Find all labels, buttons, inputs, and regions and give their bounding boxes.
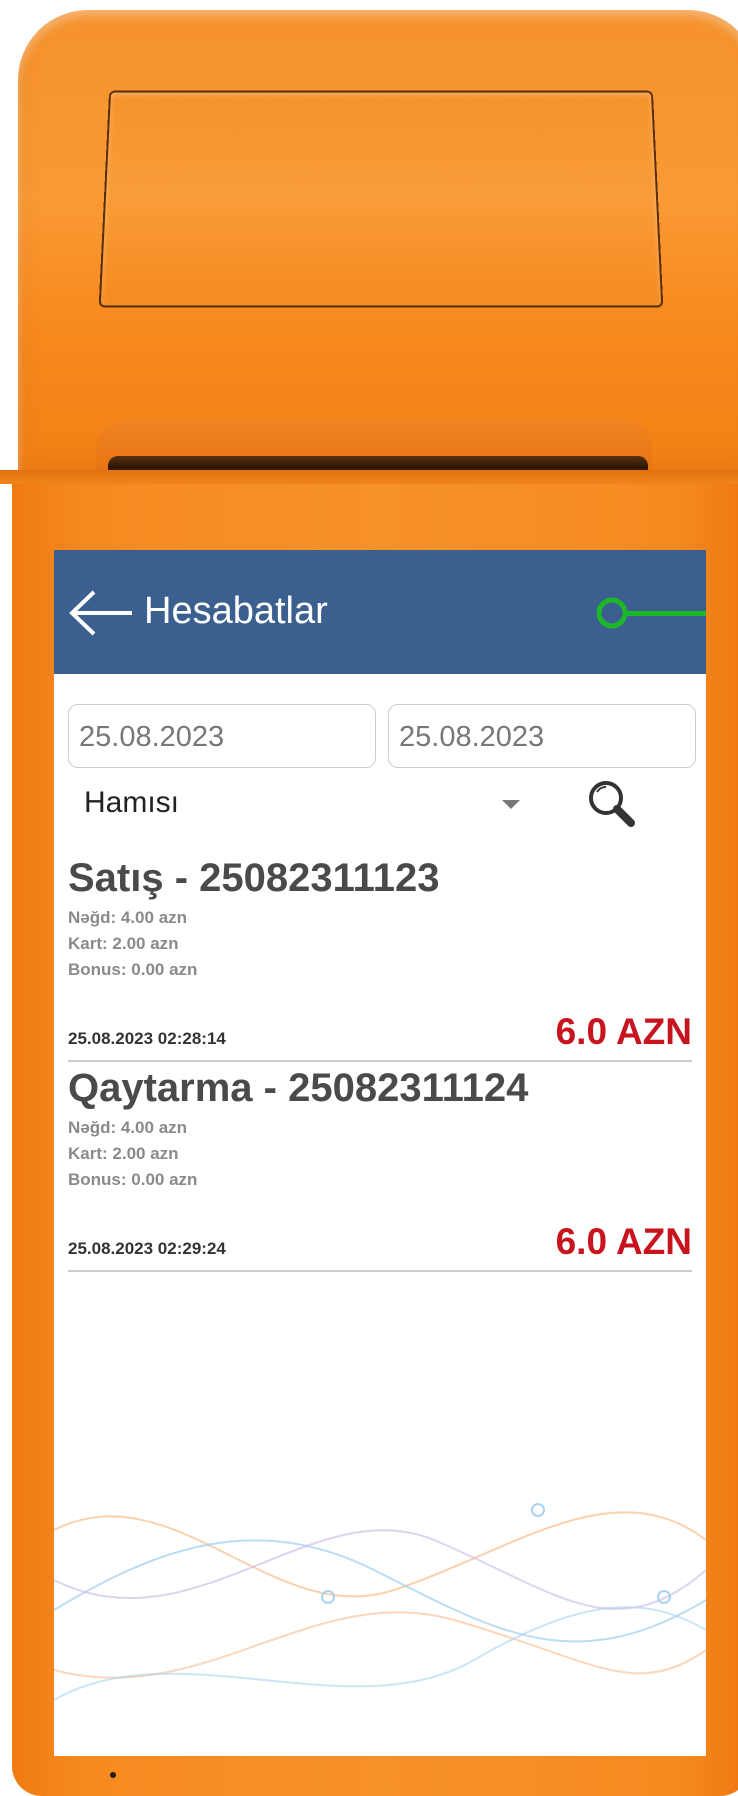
date-from-field[interactable]: 25.08.2023	[68, 704, 376, 768]
type-filter-select[interactable]: Hamısı	[68, 772, 538, 836]
search-icon	[589, 781, 635, 827]
transaction-cash: Nəğd: 4.00 azn	[68, 908, 188, 927]
transaction-bonus: Bonus: 0.00 azn	[68, 960, 198, 979]
decorative-waves	[54, 1503, 706, 1701]
list-item[interactable]: Satış - 25082311123 Nəğd: 4.00 azn Kart:…	[68, 856, 692, 1070]
printer-lid	[98, 90, 664, 308]
transaction-card: Kart: 2.00 azn	[68, 934, 179, 953]
transaction-datetime: 25.08.2023 02:28:14	[68, 1029, 226, 1048]
pos-terminal-device: Hesabatlar 25.08.2023 25.08.2023 Hamısı …	[0, 0, 738, 1796]
list-item[interactable]: Qaytarma - 25082311124 Nəğd: 4.00 azn Ka…	[68, 1066, 692, 1280]
transaction-card: Kart: 2.00 azn	[68, 1144, 179, 1163]
chevron-down-icon[interactable]	[502, 800, 520, 809]
date-to-field[interactable]: 25.08.2023	[388, 704, 696, 768]
transaction-bonus: Bonus: 0.00 azn	[68, 1170, 198, 1189]
annotation-pointer-dot	[596, 597, 628, 629]
app-bar: Hesabatlar	[54, 550, 706, 674]
divider	[68, 1270, 692, 1272]
transaction-datetime: 25.08.2023 02:29:24	[68, 1239, 226, 1258]
printer-ledge	[0, 470, 738, 484]
transaction-title: Qaytarma - 25082311124	[68, 1066, 529, 1110]
transaction-title: Satış - 25082311123	[68, 856, 440, 900]
transaction-amount: 6.0 AZN	[555, 1221, 692, 1262]
device-screen: Hesabatlar 25.08.2023 25.08.2023 Hamısı …	[54, 550, 706, 1756]
page-title: Hesabatlar	[144, 590, 328, 632]
device-indicator-dot	[110, 1772, 116, 1778]
search-button[interactable]	[584, 776, 638, 830]
back-button[interactable]	[66, 588, 136, 638]
divider	[68, 1060, 692, 1062]
transaction-cash: Nəğd: 4.00 azn	[68, 1118, 188, 1137]
type-filter-value: Hamısı	[84, 786, 180, 819]
arrow-left-icon	[69, 590, 132, 636]
transaction-amount: 6.0 AZN	[555, 1011, 692, 1052]
